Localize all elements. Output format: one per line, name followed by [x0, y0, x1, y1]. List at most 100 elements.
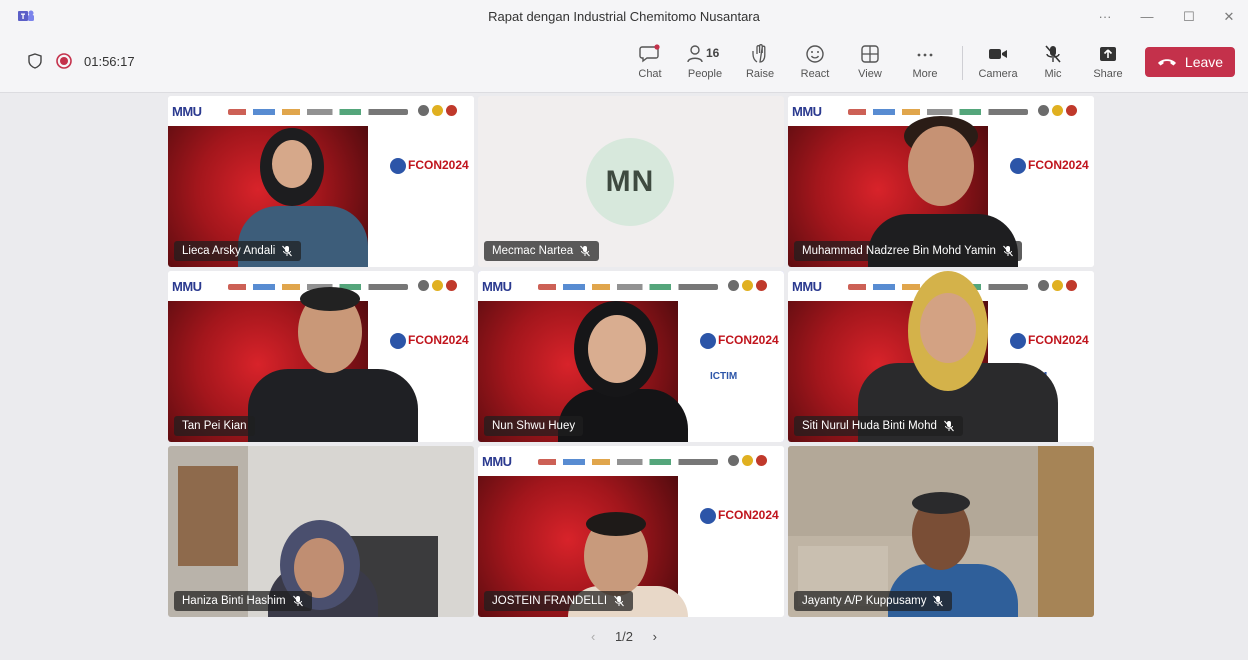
mic-muted-icon	[933, 595, 944, 607]
previous-page-button[interactable]: ‹	[591, 629, 595, 644]
participant-name-tag: Haniza Binti Hashim	[174, 591, 312, 611]
conference-logo: FCON2024	[700, 508, 779, 524]
raise-label: Raise	[745, 68, 775, 80]
mic-muted-icon	[943, 420, 954, 432]
raise-hand-button[interactable]: Raise	[735, 40, 785, 86]
sponsor-strip: MMU	[168, 96, 474, 126]
participant-name: Jayanty A/P Kuppusamy	[802, 595, 927, 607]
participant-tile[interactable]: Haniza Binti Hashim	[168, 446, 474, 617]
participant-name-tag: Muhammad Nadzree Bin Mohd Yamin	[794, 241, 1022, 261]
conference-name: FCON2024	[1028, 158, 1089, 173]
participant-name: Nun Shwu Huey	[492, 420, 576, 432]
people-count: 16	[706, 46, 720, 60]
participant-name-tag: Siti Nurul Huda Binti Mohd	[794, 416, 963, 436]
chat-label: Chat	[638, 68, 662, 80]
conference-logo: FCON2024	[1010, 333, 1089, 349]
more-button[interactable]: More	[900, 40, 950, 86]
participant-name: Mecmac Nartea	[492, 245, 574, 257]
sponsor-logo: MMU	[172, 279, 202, 294]
view-button[interactable]: View	[845, 40, 895, 86]
mic-muted-icon	[282, 245, 293, 257]
participant-name-tag: Lieca Arsky Andali	[174, 241, 302, 261]
participant-name-tag: Jayanty A/P Kuppusamy	[794, 591, 953, 611]
participant-name-tag: Mecmac Nartea	[484, 241, 600, 261]
recording-icon	[56, 53, 72, 69]
next-page-button[interactable]: ›	[653, 629, 657, 644]
conference-logo: FCON2024	[390, 333, 469, 349]
mic-muted-icon	[580, 245, 591, 257]
participant-tile[interactable]: Jayanty A/P Kuppusamy	[788, 446, 1094, 617]
video-gallery: MMU FCON2024 Lieca Arsky Andali MN Mecma…	[0, 93, 1248, 660]
participant-tile[interactable]: MMU FCON2024 Tan Pei Kian	[168, 271, 474, 442]
sponsor-strip: MMU	[478, 271, 784, 301]
mic-label: Mic	[1044, 68, 1062, 80]
participant-tile[interactable]: MMU FCON2024 Lieca Arsky Andali	[168, 96, 474, 267]
participant-tile-active-speaker[interactable]: MMU FCON2024 ICTIM Nun Shwu Huey	[478, 271, 784, 442]
mic-muted-icon	[614, 595, 624, 607]
avatar: MN	[586, 138, 674, 226]
conference-logo: FCON2024	[1010, 158, 1089, 174]
teams-meeting-window: Rapat dengan Industrial Chemitomo Nusant…	[0, 0, 1248, 660]
conference-name: FCON2024	[408, 158, 469, 173]
people-icon: 16	[687, 45, 720, 63]
window-title: Rapat dengan Industrial Chemitomo Nusant…	[488, 9, 760, 24]
minimize-button[interactable]: —	[1130, 6, 1164, 28]
meeting-status: 01:56:17	[28, 53, 135, 69]
participant-name-tag: JOSTEIN FRANDELLI	[484, 591, 634, 611]
mic-button[interactable]: Mic	[1028, 40, 1078, 86]
more-label: More	[912, 68, 938, 80]
share-button[interactable]: Share	[1083, 40, 1133, 86]
chat-icon	[639, 44, 660, 63]
grid-view-icon	[861, 45, 879, 63]
chat-button[interactable]: Chat	[625, 40, 675, 86]
sponsor-logo: MMU	[482, 454, 512, 469]
react-button[interactable]: React	[790, 40, 840, 86]
participant-tile[interactable]: MMU FCON2024 Muhammad Nadzree Bin Mohd Y…	[788, 96, 1094, 267]
sponsor-logo: MMU	[172, 104, 202, 119]
sponsor-strip: MMU	[478, 446, 784, 476]
people-button[interactable]: 16 People	[680, 40, 730, 86]
participant-tile[interactable]: MMU FCON2024 ICTIM Siti Nurul Huda Binti…	[788, 271, 1094, 442]
more-icon	[917, 53, 933, 57]
participant-tile[interactable]: MMU FCON2024 JOSTEIN FRANDELLI	[478, 446, 784, 617]
hang-up-icon	[1157, 59, 1176, 66]
conference-logo: FCON2024	[390, 158, 469, 174]
react-label: React	[800, 68, 830, 80]
conference-name: FCON2024	[718, 508, 779, 523]
participant-name: Haniza Binti Hashim	[182, 595, 286, 607]
participant-name: Lieca Arsky Andali	[182, 245, 276, 257]
mic-muted-icon	[292, 595, 303, 607]
maximize-button[interactable]: ☐	[1172, 6, 1206, 28]
mic-off-icon	[1045, 45, 1061, 63]
title-bar: Rapat dengan Industrial Chemitomo Nusant…	[0, 0, 1248, 35]
sponsor-logo: MMU	[792, 104, 822, 119]
participant-name: Tan Pei Kian	[182, 420, 247, 432]
sponsor-logo: MMU	[482, 279, 512, 294]
participant-name-tag: Nun Shwu Huey	[484, 416, 584, 436]
participant-name: JOSTEIN FRANDELLI	[492, 595, 608, 607]
conference-name: FCON2024	[1028, 333, 1089, 348]
leave-button[interactable]: Leave	[1145, 47, 1235, 77]
participant-name: Muhammad Nadzree Bin Mohd Yamin	[802, 245, 996, 257]
share-icon	[1100, 47, 1116, 61]
toolbar-divider	[962, 46, 963, 80]
shield-icon[interactable]	[28, 53, 42, 69]
gallery-pager: ‹ 1/2 ›	[0, 629, 1248, 644]
view-label: View	[858, 68, 882, 80]
conference-logo: FCON2024	[700, 333, 779, 349]
share-label: Share	[1093, 68, 1123, 80]
sponsor-logo: MMU	[792, 279, 822, 294]
participant-tile[interactable]: MN Mecmac Nartea	[478, 96, 784, 267]
participant-name-tag: Tan Pei Kian	[174, 416, 255, 436]
camera-button[interactable]: Camera	[973, 40, 1023, 86]
mic-muted-icon	[1002, 245, 1013, 257]
conference-secondary-logo: ICTIM	[710, 371, 738, 382]
page-indicator: 1/2	[614, 629, 634, 644]
raise-hand-icon	[752, 44, 766, 63]
more-options-icon[interactable]: ···	[1088, 6, 1122, 28]
conference-name: FCON2024	[408, 333, 469, 348]
meeting-timer: 01:56:17	[84, 53, 135, 69]
close-button[interactable]: ✕	[1212, 6, 1246, 28]
meeting-toolbar: 01:56:17 Chat 16 People Raise React View…	[0, 34, 1248, 93]
camera-label: Camera	[978, 68, 1018, 80]
